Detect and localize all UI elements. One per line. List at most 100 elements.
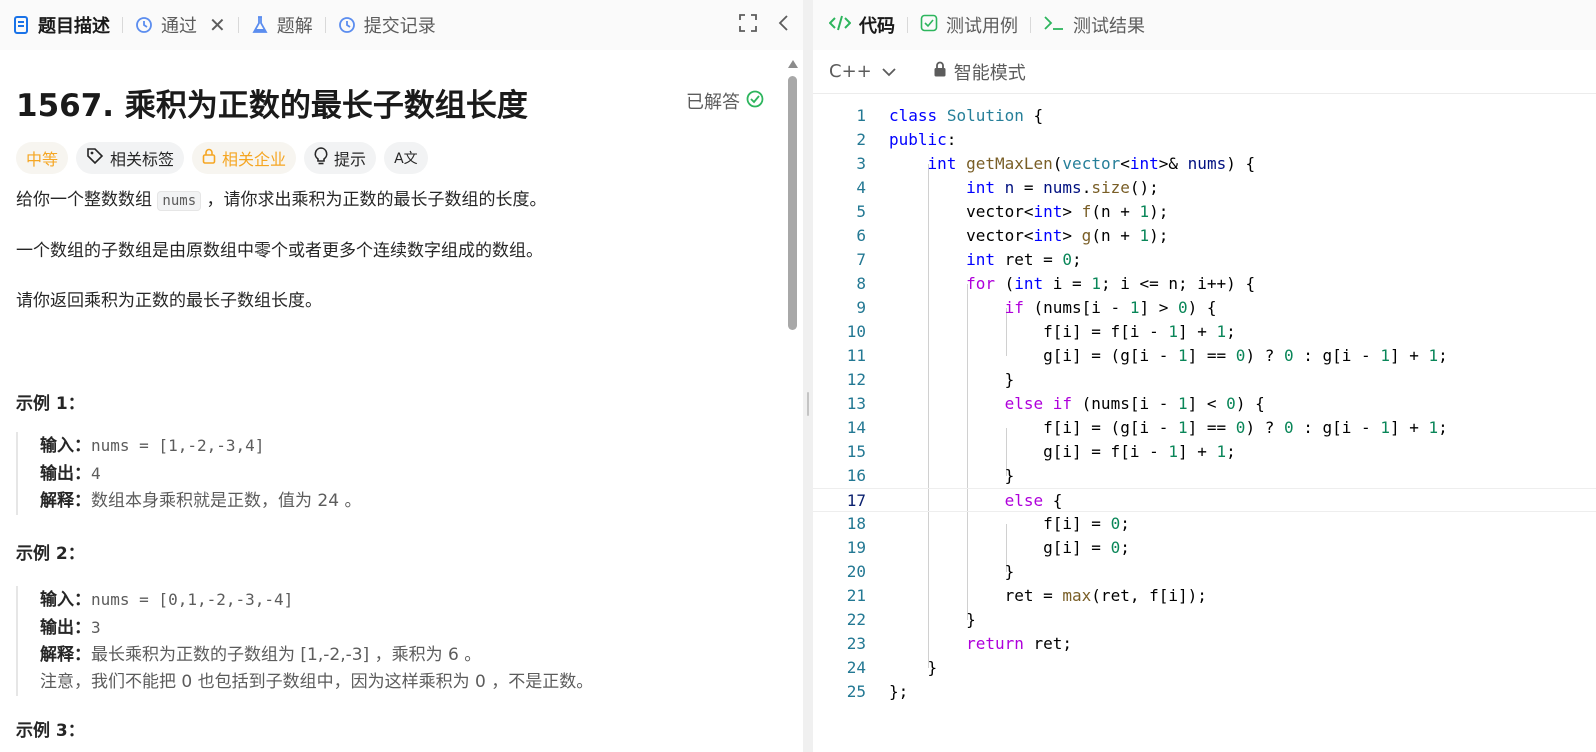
example-block: 输入：nums = [0,1,-2,-3,-4] 输出：3 解释：最长乘积为正数…	[16, 586, 788, 696]
tab-separator	[122, 17, 123, 33]
collapse-left-icon[interactable]	[777, 13, 789, 37]
line-number: 18	[846, 514, 866, 533]
line-number: 6	[856, 226, 866, 245]
solved-label: 已解答	[686, 92, 740, 113]
line-number: 24	[846, 658, 866, 677]
tab-accepted[interactable]: 通过 ✕	[135, 0, 226, 50]
example-title: 示例 2：	[16, 544, 85, 564]
example-note-row: 注意，我们不能把 0 也包括到子数组中，因为这样乘积为 0 ，不是正数。	[40, 669, 788, 696]
tab-solutions[interactable]: 题解	[251, 0, 313, 50]
line-number: 7	[856, 250, 866, 269]
code-line: 18 f[i] = 0;	[813, 512, 1596, 536]
document-icon	[12, 16, 30, 34]
line-number: 21	[846, 586, 866, 605]
output-label: 输出：	[40, 464, 91, 484]
example-input-row: 输入：nums = [0,1,-2,-3,-4]	[40, 586, 788, 614]
code-line: 2 public:	[813, 128, 1596, 152]
description-paragraph: 一个数组的子数组是由原数组中零个或者更多个连续数字组成的数组。	[16, 241, 543, 261]
tab-submissions[interactable]: 提交记录	[338, 0, 436, 50]
left-tabbar-actions	[739, 0, 789, 50]
example-output-row: 输出：4	[40, 460, 788, 488]
chevron-down-icon	[882, 61, 896, 82]
right-tabbar: 代码 测试用例 测试结果	[813, 0, 1596, 50]
code-panel: 代码 测试用例 测试结果 C++ 智能模式 1 class Solution {…	[813, 0, 1596, 752]
language-select[interactable]: C++	[829, 61, 896, 82]
line-number: 2	[856, 130, 866, 149]
tab-description[interactable]: 题目描述	[12, 0, 110, 50]
tab-results[interactable]: 测试结果	[1043, 12, 1145, 38]
example-explain-row: 解释：数组本身乘积就是正数，值为 24 。	[40, 488, 788, 515]
tab-solutions-label: 题解	[276, 16, 313, 37]
panel-resize-handle[interactable]	[803, 0, 813, 752]
line-number: 17	[846, 491, 866, 510]
line-number: 12	[846, 370, 866, 389]
line-number: 3	[856, 154, 866, 173]
close-icon[interactable]: ✕	[209, 13, 226, 37]
resize-grip[interactable]	[807, 392, 809, 416]
line-number: 22	[846, 610, 866, 629]
line-number: 1	[856, 106, 866, 125]
line-number: 23	[846, 634, 866, 653]
tag-icon	[86, 147, 104, 169]
example-title: 示例 1：	[16, 394, 85, 414]
scrollbar[interactable]	[786, 60, 798, 752]
code-line: 21 ret = max(ret, f[i]);	[813, 584, 1596, 608]
smart-mode-label: 智能模式	[953, 62, 1026, 84]
app-window: 题目描述 通过 ✕ 题解 提交记录 1567. 乘积为正数的最长子数组长度 已解…	[0, 0, 1596, 752]
code-icon	[828, 14, 852, 37]
problem-panel: 题目描述 通过 ✕ 题解 提交记录 1567. 乘积为正数的最长子数组长度 已解…	[0, 0, 803, 752]
line-number: 11	[846, 346, 866, 365]
code-line: 14 f[i] = (g[i - 1] == 0) ? 0 : g[i - 1]…	[813, 416, 1596, 440]
code-line: 5 vector<int> f(n + 1);	[813, 200, 1596, 224]
code-line: 9 if (nums[i - 1] > 0) {	[813, 296, 1596, 320]
code-line: 7 int ret = 0;	[813, 248, 1596, 272]
code-line-active: 17 else {	[813, 488, 1596, 512]
code-line: 12 }	[813, 368, 1596, 392]
description-text: ，请你求出乘积为正数的最长子数组的长度。	[201, 190, 547, 210]
code-line: 11 g[i] = (g[i - 1] == 0) ? 0 : g[i - 1]…	[813, 344, 1596, 368]
smart-mode-toggle[interactable]: 智能模式	[934, 59, 1026, 85]
lock-icon	[202, 148, 216, 168]
output-value: 3	[91, 618, 101, 637]
line-number: 14	[846, 418, 866, 437]
input-value: nums = [1,-2,-3,4]	[91, 436, 265, 455]
tab-separator	[237, 17, 239, 33]
line-number: 16	[846, 466, 866, 485]
code-line: 3 int getMaxLen(vector<int>& nums) {	[813, 152, 1596, 176]
line-number: 19	[846, 538, 866, 557]
code-line: 15 g[i] = f[i - 1] + 1;	[813, 440, 1596, 464]
translate-icon: A文	[394, 151, 418, 167]
code-line: 22 }	[813, 608, 1596, 632]
tab-testcases[interactable]: 测试用例	[920, 12, 1018, 38]
check-circle-icon	[746, 90, 764, 113]
fullscreen-icon[interactable]	[739, 13, 757, 37]
lightbulb-icon	[314, 147, 328, 169]
scroll-up-arrow-icon[interactable]	[788, 60, 798, 68]
input-label: 输入：	[40, 590, 91, 610]
description-paragraph: 给你一个整数数组 nums ，请你求出乘积为正数的最长子数组的长度。	[16, 188, 788, 213]
line-number: 4	[856, 178, 866, 197]
terminal-icon	[1043, 14, 1065, 37]
input-label: 输入：	[40, 436, 91, 456]
tab-accepted-label: 通过	[161, 16, 197, 37]
code-line: 8 for (int i = 1; i <= n; i++) {	[813, 272, 1596, 296]
scrollbar-thumb[interactable]	[788, 76, 797, 330]
code-line: 10 f[i] = f[i - 1] + 1;	[813, 320, 1596, 344]
problem-content: 1567. 乘积为正数的最长子数组长度 已解答 中等 相关标签 相关企业 提示 …	[0, 50, 788, 752]
code-line: 4 int n = nums.size();	[813, 176, 1596, 200]
tab-code[interactable]: 代码	[828, 12, 895, 38]
history-icon	[135, 16, 153, 34]
line-number: 10	[846, 322, 866, 341]
code-editor[interactable]: 1 class Solution { 2 public: 3 int getMaxL…	[813, 104, 1596, 752]
inline-code: nums	[157, 191, 202, 211]
line-number: 20	[846, 562, 866, 581]
line-number: 13	[846, 394, 866, 413]
flask-icon	[251, 16, 269, 34]
example-title: 示例 3：	[16, 721, 85, 741]
tab-separator	[907, 17, 908, 33]
output-label: 输出：	[40, 618, 91, 638]
tab-results-label: 测试结果	[1073, 16, 1145, 37]
code-line: 13 else if (nums[i - 1] < 0) {	[813, 392, 1596, 416]
editor-toolbar: C++ 智能模式	[813, 50, 1596, 94]
input-value: nums = [0,1,-2,-3,-4]	[91, 590, 294, 609]
